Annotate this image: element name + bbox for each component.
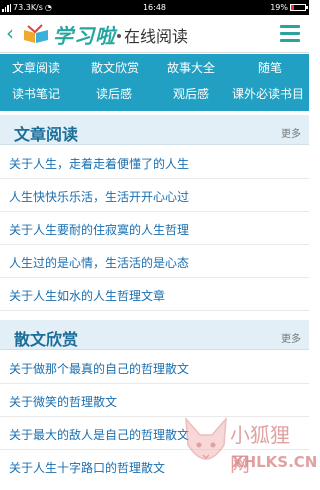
brand-name[interactable]: 学习啦 [53,20,116,49]
list-item[interactable]: 关于微笑的哲理散文 [0,384,309,417]
list-item-link[interactable]: 关于人生要耐的住寂寞的人生哲理 [9,221,189,238]
watermark-en: XHLKS.CN [232,453,318,471]
nav-item-reading-notes[interactable]: 读书笔记 [12,87,60,101]
fox-logo-icon [185,416,227,460]
more-link[interactable]: 更多 [281,330,301,345]
list-item[interactable]: 关于人生要耐的住寂寞的人生哲理 [0,212,309,245]
battery-icon [290,4,308,11]
nav-item-prose[interactable]: 散文欣赏 [91,61,139,75]
battery-percent: 19% [270,3,288,12]
page-title: 在线阅读 [124,27,189,46]
title-separator-dot [117,34,121,38]
nav-item-required-reading[interactable]: 课外必读书目 [232,87,304,101]
status-right: 19% [270,0,308,15]
list-item-link[interactable]: 关于人生，走着走着便懂了的人生 [9,155,189,172]
nav-item-book-reviews[interactable]: 读后感 [96,87,132,101]
status-time: 16:48 [142,3,167,12]
list-item[interactable]: 人生快快乐乐活，生活开开心心过 [0,179,309,212]
section-title: 文章阅读 [14,125,79,144]
list-item-link[interactable]: 关于做那个最真的自己的哲理散文 [9,360,189,377]
list-item-link[interactable]: 关于人生如水的人生哲理文章 [9,287,165,304]
nav-item-essays[interactable]: 随笔 [258,61,282,75]
list-item-link[interactable]: 关于微笑的哲理散文 [9,393,117,410]
list-item-link[interactable]: 人生快快乐乐活，生活开开心心过 [9,188,189,205]
category-nav: 文章阅读 散文欣赏 故事大全 随笔 读书笔记 读后感 观后感 课外必读书目 [0,54,309,111]
watermark: 小狐狸网 XHLKS.CN [180,415,317,490]
status-bar: 73.3K/s ◔ 16:48 19% [0,0,309,15]
nav-item-articles[interactable]: 文章阅读 [12,61,60,75]
nav-item-stories[interactable]: 故事大全 [167,61,215,75]
section-title: 散文欣赏 [14,330,79,349]
list-item[interactable]: 关于人生，走着走着便懂了的人生 [0,146,309,179]
list-item[interactable]: 关于人生如水的人生哲理文章 [0,278,309,311]
back-icon[interactable]: ‹ [6,22,18,44]
list-item[interactable]: 关于做那个最真的自己的哲理散文 [0,351,309,384]
app-header: ‹ 学习啦 在线阅读 [0,15,309,53]
list-item-link[interactable]: 关于最大的敌人是自己的哲理散文 [9,426,189,443]
list-item[interactable]: 人生过的是心情，生活活的是心态 [0,245,309,278]
nav-item-film-reviews[interactable]: 观后感 [173,87,209,101]
list-item-link[interactable]: 关于人生十字路口的哲理散文 [9,459,165,476]
section-header-articles: 文章阅读 更多 [0,115,309,145]
menu-icon[interactable] [280,25,300,42]
book-logo-icon [24,24,48,43]
section-header-prose: 散文欣赏 更多 [0,320,309,350]
more-link[interactable]: 更多 [281,125,301,140]
list-item-link[interactable]: 人生过的是心情，生活活的是心态 [9,254,189,271]
